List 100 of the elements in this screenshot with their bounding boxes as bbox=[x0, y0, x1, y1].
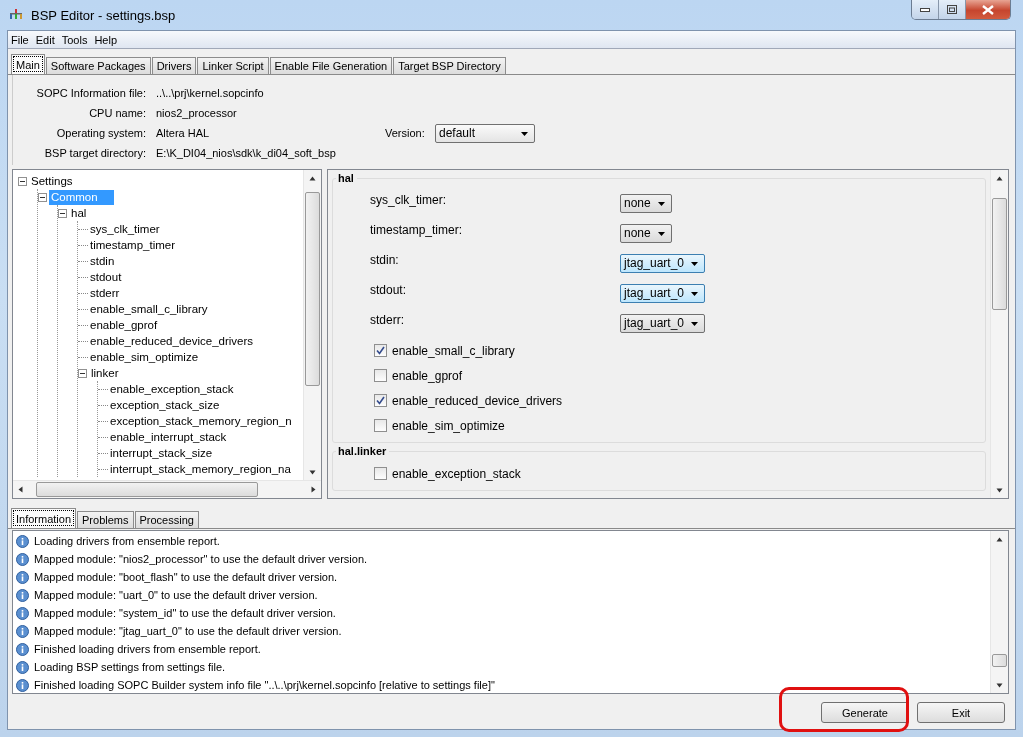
scrollbar-thumb[interactable] bbox=[305, 191, 320, 387]
tab[interactable]: Software Packages bbox=[45, 57, 151, 74]
caret-icon bbox=[657, 201, 665, 206]
log-message: Mapped module: "boot_flash" to use the default driver version. bbox=[34, 571, 338, 583]
left-arrow-icon[interactable] bbox=[17, 486, 24, 493]
checkbox[interactable] bbox=[374, 419, 387, 432]
checkbox-label: enable_sim_optimize bbox=[392, 418, 505, 433]
scrollbar-thumb[interactable] bbox=[992, 197, 1007, 311]
tree-item[interactable]: timestamp_timer bbox=[88, 237, 177, 253]
down-arrow-icon[interactable] bbox=[309, 468, 316, 476]
version-dropdown[interactable]: default bbox=[435, 123, 535, 143]
caret-icon bbox=[521, 131, 528, 136]
tree-item[interactable]: hal bbox=[69, 205, 89, 221]
minimize-icon bbox=[920, 7, 930, 12]
tab[interactable]: Processing bbox=[134, 511, 199, 528]
tree-item[interactable]: sys_clk_timer bbox=[88, 221, 162, 237]
minimize-button[interactable] bbox=[912, 0, 939, 19]
tree-item[interactable]: stdout bbox=[88, 269, 124, 285]
tree-item[interactable]: exception_stack_memory_region_n bbox=[108, 413, 294, 429]
close-button[interactable] bbox=[966, 0, 1010, 19]
down-arrow-icon[interactable] bbox=[996, 486, 1003, 494]
tab[interactable]: Enable File Generation bbox=[269, 57, 393, 74]
tab[interactable]: Drivers bbox=[151, 57, 197, 74]
log-message: Finished loading drivers from ensemble report. bbox=[34, 643, 261, 655]
setting-label: stderr: bbox=[370, 313, 405, 327]
push-button[interactable]: Exit bbox=[917, 702, 1005, 723]
menu-item[interactable]: Tools bbox=[61, 33, 88, 46]
maximize-icon bbox=[947, 5, 957, 14]
version-label: Version: bbox=[385, 127, 426, 139]
down-arrow-icon[interactable] bbox=[996, 681, 1003, 689]
info-icon bbox=[16, 570, 29, 584]
field-label: BSP target directory: bbox=[43, 147, 147, 159]
tree-item[interactable]: Settings bbox=[29, 173, 75, 189]
tree-item[interactable]: enable_gprof bbox=[88, 317, 160, 333]
up-arrow-icon[interactable] bbox=[309, 174, 316, 182]
up-arrow-icon[interactable] bbox=[996, 174, 1003, 182]
right-arrow-icon[interactable] bbox=[310, 486, 317, 493]
maximize-button[interactable] bbox=[939, 0, 966, 19]
log-message: Mapped module: "nios2_processor" to use the default driver version. bbox=[34, 553, 368, 565]
group-title: hal.linker bbox=[336, 445, 390, 457]
scrollbar[interactable] bbox=[13, 480, 321, 498]
collapse-icon[interactable] bbox=[58, 208, 67, 218]
field-value: nios2_processor bbox=[156, 107, 238, 119]
dropdown[interactable]: jtag_uart_0 bbox=[620, 253, 706, 273]
info-icon bbox=[16, 606, 29, 620]
group-title: hal bbox=[336, 172, 357, 184]
checkbox-label: enable_reduced_device_drivers bbox=[392, 393, 563, 408]
tab[interactable]: Linker Script bbox=[197, 57, 269, 74]
tree-item[interactable]: enable_interrupt_stack bbox=[108, 429, 229, 445]
collapse-icon[interactable] bbox=[38, 192, 47, 202]
scrollbar[interactable] bbox=[303, 170, 321, 480]
up-arrow-icon[interactable] bbox=[996, 535, 1003, 543]
info-icon bbox=[16, 642, 29, 656]
info-icon bbox=[16, 588, 29, 602]
scrollbar-thumb[interactable] bbox=[992, 653, 1007, 667]
tree-item[interactable]: exception_stack_size bbox=[108, 397, 222, 413]
tree-item[interactable]: stderr bbox=[88, 285, 122, 301]
menu-item[interactable]: File bbox=[11, 33, 29, 46]
checkbox[interactable] bbox=[374, 344, 387, 357]
tab[interactable]: Main bbox=[11, 54, 45, 74]
dropdown[interactable]: none bbox=[620, 223, 672, 243]
caret-icon bbox=[691, 321, 699, 326]
tab[interactable]: Problems bbox=[77, 511, 134, 528]
tree-item[interactable]: stdin bbox=[88, 253, 117, 269]
menu-item[interactable]: Help bbox=[94, 33, 117, 46]
log-message: Mapped module: "jtag_uart_0" to use the default driver version. bbox=[34, 625, 342, 637]
field-value: Altera HAL bbox=[156, 127, 211, 139]
info-icon bbox=[16, 660, 29, 674]
caret-icon bbox=[691, 261, 699, 266]
log-message: Loading drivers from ensemble report. bbox=[34, 535, 220, 547]
tree-item[interactable]: interrupt_stack_size bbox=[108, 445, 215, 461]
collapse-icon[interactable] bbox=[78, 368, 87, 378]
push-button[interactable]: Generate bbox=[821, 702, 909, 723]
tree-item[interactable]: enable_exception_stack bbox=[108, 381, 236, 397]
dropdown[interactable]: jtag_uart_0 bbox=[620, 283, 706, 303]
tree-item[interactable]: enable_small_c_library bbox=[88, 301, 210, 317]
menu-item[interactable]: Edit bbox=[35, 33, 55, 46]
scrollbar-thumb[interactable] bbox=[36, 482, 258, 497]
checkbox-label: enable_gprof bbox=[392, 368, 463, 383]
info-icon bbox=[16, 624, 29, 638]
window-title: BSP Editor - settings.bsp bbox=[31, 7, 176, 23]
checkbox[interactable] bbox=[374, 467, 387, 480]
field-value: ..\..\prj\kernel.sopcinfo bbox=[156, 87, 265, 99]
tree-item[interactable]: enable_sim_optimize bbox=[88, 349, 201, 365]
checkbox[interactable] bbox=[374, 394, 387, 407]
checkbox[interactable] bbox=[374, 369, 387, 382]
collapse-icon[interactable] bbox=[18, 176, 27, 186]
tab[interactable]: Target BSP Directory bbox=[393, 57, 506, 74]
tab[interactable]: Information bbox=[11, 508, 77, 528]
dropdown[interactable]: jtag_uart_0 bbox=[620, 313, 706, 333]
scrollbar[interactable] bbox=[990, 531, 1008, 693]
tree-item[interactable]: enable_reduced_device_drivers bbox=[88, 333, 256, 349]
field-label: Operating system: bbox=[55, 127, 147, 139]
setting-label: sys_clk_timer: bbox=[370, 193, 447, 207]
log-message: Mapped module: "system_id" to use the default driver version. bbox=[34, 607, 336, 619]
tree-item[interactable]: interrupt_stack_memory_region_na bbox=[108, 461, 293, 477]
scrollbar[interactable] bbox=[990, 170, 1008, 498]
dropdown[interactable]: none bbox=[620, 193, 672, 213]
setting-label: timestamp_timer: bbox=[370, 223, 464, 237]
tree-item[interactable]: linker bbox=[89, 365, 121, 381]
